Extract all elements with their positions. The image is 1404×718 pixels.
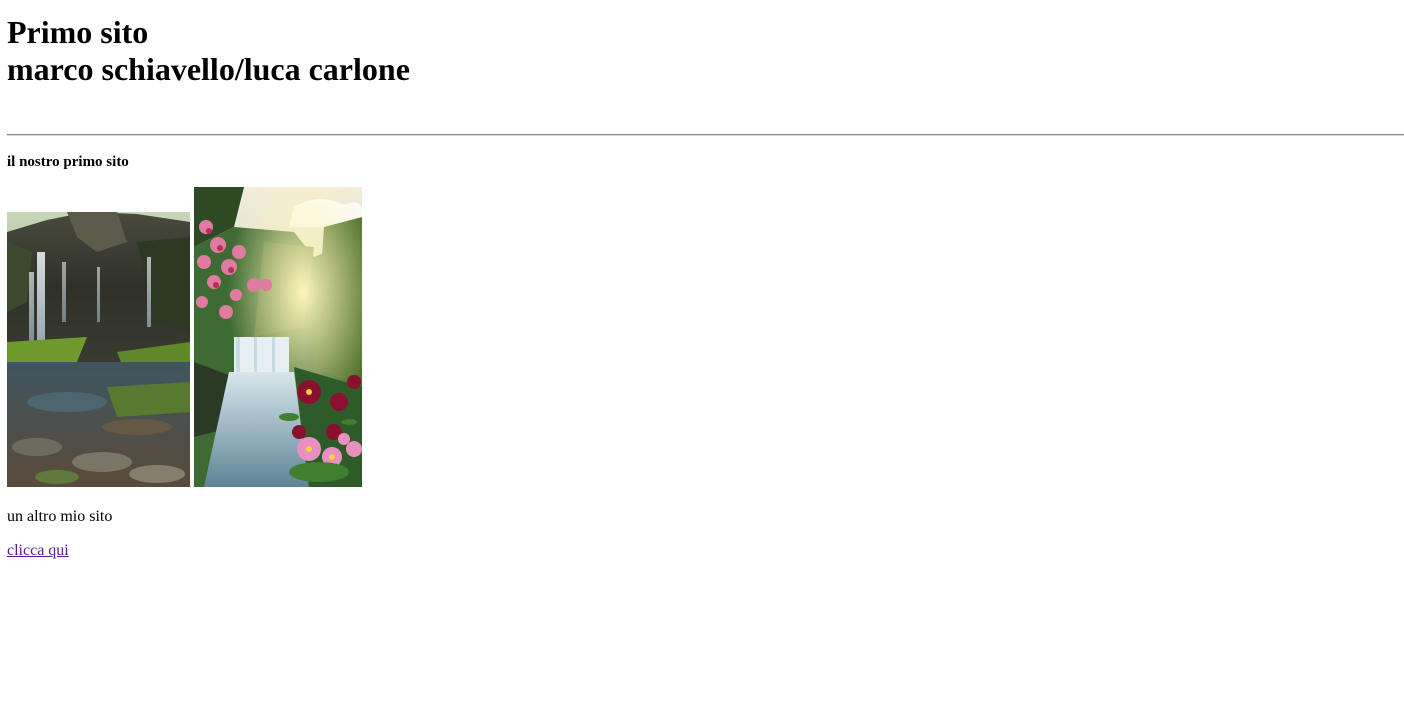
page: Primo sito marco schiavello/luca carlone… xyxy=(0,0,1404,718)
waterfall-rocks-image xyxy=(7,212,190,487)
waterfall-flowers-image xyxy=(194,187,362,487)
page-title: Primo sito marco schiavello/luca carlone xyxy=(7,14,410,88)
horizontal-divider xyxy=(7,134,1404,136)
section-subtitle: il nostro primo sito xyxy=(7,154,129,170)
page-title-line-2: marco schiavello/luca carlone xyxy=(7,51,410,87)
paragraph-text: un altro mio sito xyxy=(7,508,113,525)
page-title-line-1: Primo sito xyxy=(7,14,149,50)
clicca-qui-link[interactable]: clicca qui xyxy=(7,541,69,560)
